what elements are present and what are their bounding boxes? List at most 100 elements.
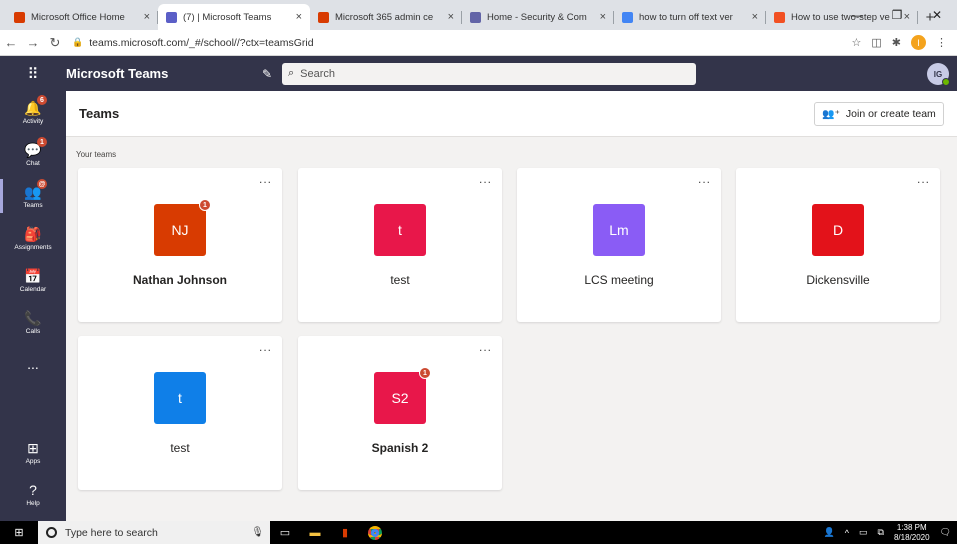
rail-item-help[interactable]: ? Help (0, 473, 66, 515)
restore-icon[interactable]: ❐ (877, 0, 917, 30)
rail-item-label: Teams (23, 201, 43, 209)
search-icon: ⌕ (288, 67, 295, 79)
team-initials: S2 (391, 390, 409, 406)
join-label: Join or create team (845, 108, 936, 120)
network-icon[interactable]: ⧉ (878, 527, 884, 538)
windows-taskbar: ⊞ Type here to search 🎙 ▭ ▬ ▮ 👤 ^ ▭ ⧉ 1:… (0, 521, 957, 544)
left-rail: 🔔 Activity 6 💬 Chat 1 👥 Teams @ 🎒 Assignments 📅 Cale… (0, 91, 66, 521)
rail-item-assignments[interactable]: 🎒 Assignments (0, 217, 66, 259)
url-field[interactable]: 🔒 teams.microsoft.com/_#/school//?ctx=te… (72, 33, 852, 53)
rail-item-activity[interactable]: 🔔 Activity 6 (0, 91, 66, 133)
close-tab-icon[interactable]: × (600, 11, 606, 23)
avatar[interactable]: IG (927, 63, 950, 86)
windows-start-icon[interactable]: ⊞ (0, 526, 38, 539)
microphone-icon[interactable]: 🎙 (251, 527, 264, 538)
tab-title: (7) | Microsoft Teams (183, 11, 272, 23)
team-name: Spanish 2 (371, 441, 429, 455)
team-name: Nathan Johnson (132, 273, 227, 287)
team-name: test (390, 273, 410, 287)
tab-favicon-icon (622, 11, 633, 23)
add-team-icon: 👥⁺ (822, 108, 840, 120)
rail-item-teams[interactable]: 👥 Teams @ (0, 175, 66, 217)
browser-tab[interactable]: Home - Security & Com × (462, 4, 614, 30)
browser-menu-icon[interactable]: ⋮ (936, 36, 947, 49)
rail-item-apps[interactable]: ⊞ Apps (0, 431, 66, 473)
join-or-create-team-button[interactable]: 👥⁺ Join or create team (814, 102, 944, 126)
close-window-icon[interactable]: ✕ (917, 0, 957, 30)
team-card[interactable]: ... Lm LCS meeting (517, 168, 721, 322)
clock-date: 8/18/2020 (893, 532, 930, 542)
minimize-icon[interactable]: — (837, 0, 877, 30)
taskbar-search-input[interactable]: Type here to search 🎙 (38, 521, 270, 544)
close-tab-icon[interactable]: × (144, 11, 150, 23)
new-chat-icon[interactable]: ✎ (252, 67, 282, 81)
presence-icon (942, 78, 950, 86)
tab-favicon-icon (774, 11, 785, 23)
rail-item-label: Apps (25, 457, 41, 465)
task-view-icon[interactable]: ▭ (270, 521, 300, 544)
browser-tab[interactable]: Microsoft Office Home × (6, 4, 158, 30)
team-card[interactable]: ... D Dickensville (736, 168, 940, 322)
more-options-icon[interactable]: ... (259, 340, 272, 354)
forward-icon[interactable]: → (22, 35, 44, 50)
notification-icon[interactable]: 🗨 (940, 527, 951, 538)
team-name: Dickensville (806, 273, 870, 287)
tray-chevron-icon[interactable]: ^ (845, 528, 849, 538)
teams-header: ⠿ Microsoft Teams ✎ ⌕ Search IG (0, 56, 957, 91)
search-input[interactable]: ⌕ Search (282, 62, 696, 85)
tab-title: Microsoft Office Home (31, 11, 125, 23)
team-card[interactable]: ... NJ 1 Nathan Johnson (78, 168, 282, 322)
team-avatar: t (374, 204, 426, 256)
notification-badge: 1 (419, 367, 431, 379)
avatar-initials: IG (933, 69, 943, 79)
taskbar-search-placeholder: Type here to search (65, 526, 158, 539)
more-options-icon[interactable]: ... (698, 172, 711, 186)
app-launcher-icon[interactable]: ⠿ (0, 65, 66, 83)
file-explorer-icon[interactable]: ▬ (300, 521, 330, 544)
team-card[interactable]: ... t test (78, 336, 282, 490)
rail-bottom: ⊞ Apps ? Help (0, 431, 66, 515)
more-options-icon[interactable]: ... (917, 172, 930, 186)
people-icon[interactable]: 👤 (824, 527, 835, 538)
back-icon[interactable]: ← (0, 35, 22, 50)
more-options-icon[interactable]: ... (259, 172, 272, 186)
cortana-icon (46, 527, 57, 538)
reload-icon[interactable]: ↻ (44, 35, 66, 51)
browser-tab[interactable]: Microsoft 365 admin ce × (310, 4, 462, 30)
close-tab-icon[interactable]: × (296, 11, 302, 23)
browser-tab[interactable]: (7) | Microsoft Teams × (158, 4, 310, 30)
browser-tab[interactable]: how to turn off text ver × (614, 4, 766, 30)
team-card[interactable]: ... t test (298, 168, 502, 322)
team-name: test (170, 441, 190, 455)
team-avatar: NJ 1 (154, 199, 211, 256)
notification-badge: @ (37, 179, 47, 189)
section-label: Your teams (76, 150, 117, 159)
team-card[interactable]: ... S2 1 Spanish 2 (298, 336, 502, 490)
battery-icon[interactable]: ▭ (859, 527, 868, 538)
extension-icon[interactable]: ◫ (871, 36, 881, 49)
more-options-icon[interactable]: ... (479, 172, 492, 186)
rail-more-button[interactable]: ... (0, 343, 66, 385)
clock-time: 1:38 PM (896, 522, 927, 532)
team-avatar: t (154, 372, 206, 424)
office-icon[interactable]: ▮ (330, 521, 360, 544)
more-options-icon[interactable]: ... (479, 340, 492, 354)
close-tab-icon[interactable]: × (752, 11, 758, 23)
team-name: LCS meeting (584, 273, 654, 287)
bookmark-star-icon[interactable]: ☆ (852, 36, 862, 49)
puzzle-icon[interactable]: ✱ (892, 36, 901, 49)
chrome-icon[interactable] (360, 521, 390, 544)
rail-item-calendar[interactable]: 📅 Calendar (0, 259, 66, 301)
profile-avatar-icon[interactable]: I (911, 35, 926, 50)
team-avatar: D (812, 204, 864, 256)
close-tab-icon[interactable]: × (448, 11, 454, 23)
clock[interactable]: 1:38 PM 8/18/2020 (894, 523, 930, 543)
rail-item-calls[interactable]: 📞 Calls (0, 301, 66, 343)
browser-extensions: ☆ ◫ ✱ I ⋮ (852, 35, 957, 50)
system-tray: 👤 ^ ▭ ⧉ 1:38 PM 8/18/2020 🗨 (824, 523, 957, 543)
url-text: teams.microsoft.com/_#/school//?ctx=team… (89, 36, 314, 49)
notification-badge: 1 (37, 137, 47, 147)
rail-item-chat[interactable]: 💬 Chat 1 (0, 133, 66, 175)
team-initials: Lm (609, 222, 629, 238)
tab-title: Home - Security & Com (487, 11, 587, 23)
